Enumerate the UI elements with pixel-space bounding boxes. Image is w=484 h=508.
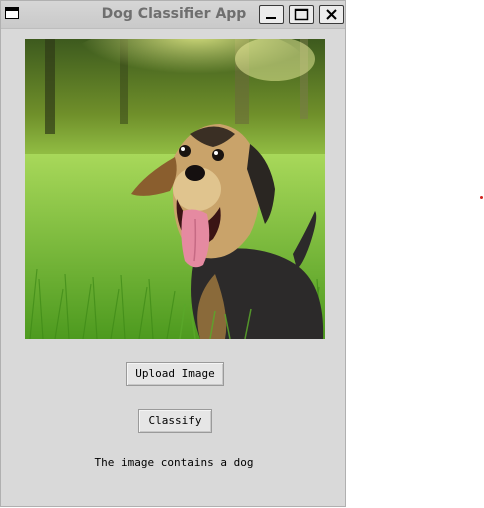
maximize-button[interactable] <box>289 5 314 24</box>
minimize-icon <box>266 17 276 19</box>
close-icon <box>326 9 337 20</box>
background-marker <box>480 196 483 199</box>
dog-image <box>25 39 325 339</box>
window-title: Dog Classifier App <box>101 6 247 22</box>
title-bar[interactable]: Dog Classifier App <box>1 1 345 29</box>
close-button[interactable] <box>319 5 344 24</box>
classify-button[interactable]: Classify <box>138 409 212 433</box>
upload-image-button[interactable]: Upload Image <box>126 362 224 386</box>
app-window: Dog Classifier App Upload Image Classify… <box>0 0 346 507</box>
classification-result: The image contains a dog <box>94 456 254 469</box>
window-menu-icon[interactable] <box>5 7 19 19</box>
maximize-icon <box>294 8 309 21</box>
minimize-button[interactable] <box>259 5 284 24</box>
